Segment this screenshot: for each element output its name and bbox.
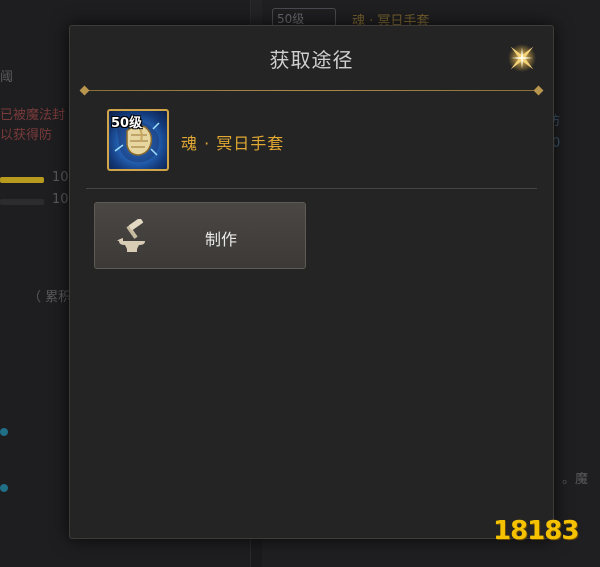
anvil-hammer-icon bbox=[117, 219, 145, 252]
background-dot bbox=[0, 484, 8, 492]
background-text: 。魔 bbox=[562, 472, 589, 487]
item-icon-slot[interactable]: 50级 bbox=[107, 109, 169, 171]
title-divider bbox=[84, 90, 539, 91]
item-level-badge: 50级 bbox=[111, 116, 143, 131]
background-dot bbox=[0, 428, 8, 436]
item-name: 魂 · 冥日手套 bbox=[181, 134, 285, 153]
section-divider bbox=[86, 188, 537, 189]
close-button[interactable] bbox=[502, 38, 542, 78]
dialog-title: 获取途径 bbox=[269, 48, 354, 72]
close-star-icon bbox=[508, 44, 536, 72]
craft-source-button[interactable]: 制作 bbox=[94, 202, 306, 269]
craft-source-label: 制作 bbox=[205, 230, 238, 249]
background-text: （ 累积 bbox=[28, 290, 72, 305]
site-watermark-logo: 18183 bbox=[493, 516, 579, 546]
acquisition-dialog: 获取途径 50级 魂 · 冥日手套 制作 bbox=[69, 25, 554, 539]
background-bar bbox=[0, 199, 44, 205]
background-text: 10 bbox=[52, 170, 69, 185]
background-text: 10 bbox=[52, 192, 69, 207]
background-text: 阈 bbox=[0, 70, 14, 85]
background-text: 以获得防 bbox=[0, 128, 53, 143]
background-text: 已被魔法封 bbox=[0, 108, 66, 123]
background-bar bbox=[0, 177, 44, 183]
